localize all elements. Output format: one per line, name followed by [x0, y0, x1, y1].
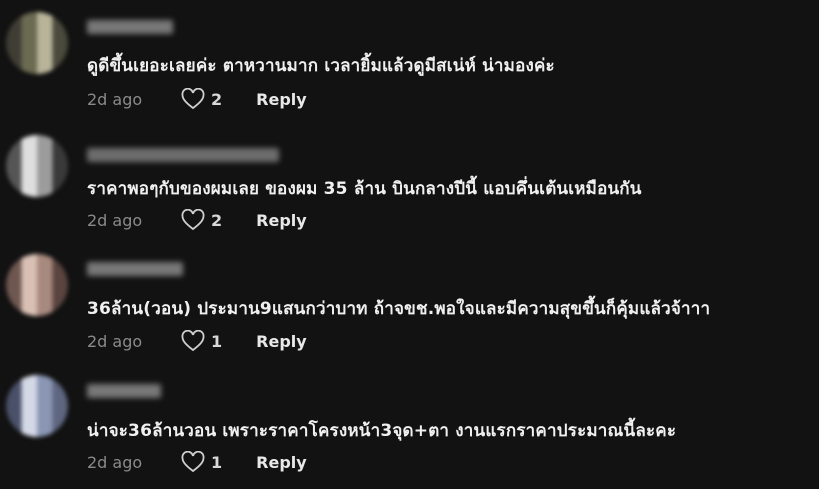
username-blurred[interactable]	[87, 148, 279, 162]
comment-item: น่าจะ36ล้านวอน เพราะราคาโครงหน้า3จุด+ตา …	[0, 363, 819, 484]
comment-time: 2d ago	[87, 89, 143, 109]
comment-meta: 2d ago 2 Reply	[87, 86, 307, 112]
like-button[interactable]: 1	[181, 330, 222, 352]
like-button[interactable]: 2	[181, 209, 222, 231]
reply-button[interactable]: Reply	[256, 332, 307, 351]
username-blurred[interactable]	[87, 384, 161, 398]
avatar[interactable]	[6, 254, 68, 316]
comment-text: น่าจะ36ล้านวอน เพราะราคาโครงหน้า3จุด+ตา …	[87, 421, 677, 441]
heart-icon	[181, 209, 205, 231]
like-count: 2	[211, 210, 223, 230]
username-blurred[interactable]	[87, 262, 183, 276]
avatar[interactable]	[6, 375, 68, 437]
comment-meta: 2d ago 1 Reply	[87, 328, 307, 354]
reply-button[interactable]: Reply	[256, 90, 307, 109]
comment-time: 2d ago	[87, 210, 143, 230]
comment-text: ราคาพอๆกับของผมเลย ของผม 35 ล้าน บินกลาง…	[87, 179, 642, 199]
comment-time: 2d ago	[87, 452, 143, 472]
avatar[interactable]	[6, 12, 68, 74]
reply-button[interactable]: Reply	[256, 453, 307, 472]
comment-item: 36ล้าน(วอน) ประมาน9แสนกว่าบาท ถ้าจขช.พอใ…	[0, 242, 819, 363]
comment-item: ดูดีขึ้นเยอะเลยค่ะ ตาหวานมาก เวลายิ้มแล้…	[0, 0, 819, 121]
like-button[interactable]: 2	[181, 88, 222, 110]
like-count: 1	[211, 331, 223, 351]
reply-button[interactable]: Reply	[256, 211, 307, 230]
like-button[interactable]: 1	[181, 451, 222, 473]
comment-time: 2d ago	[87, 331, 143, 351]
username-blurred[interactable]	[87, 20, 173, 34]
avatar[interactable]	[6, 135, 68, 197]
like-count: 1	[211, 452, 223, 472]
heart-icon	[181, 451, 205, 473]
like-count: 2	[211, 89, 223, 109]
comment-item: ราคาพอๆกับของผมเลย ของผม 35 ล้าน บินกลาง…	[0, 121, 819, 242]
comment-meta: 2d ago 2 Reply	[87, 207, 307, 233]
comment-text: 36ล้าน(วอน) ประมาน9แสนกว่าบาท ถ้าจขช.พอใ…	[87, 299, 711, 319]
comment-meta: 2d ago 1 Reply	[87, 449, 307, 475]
heart-icon	[181, 330, 205, 352]
heart-icon	[181, 88, 205, 110]
comment-text: ดูดีขึ้นเยอะเลยค่ะ ตาหวานมาก เวลายิ้มแล้…	[87, 56, 555, 76]
